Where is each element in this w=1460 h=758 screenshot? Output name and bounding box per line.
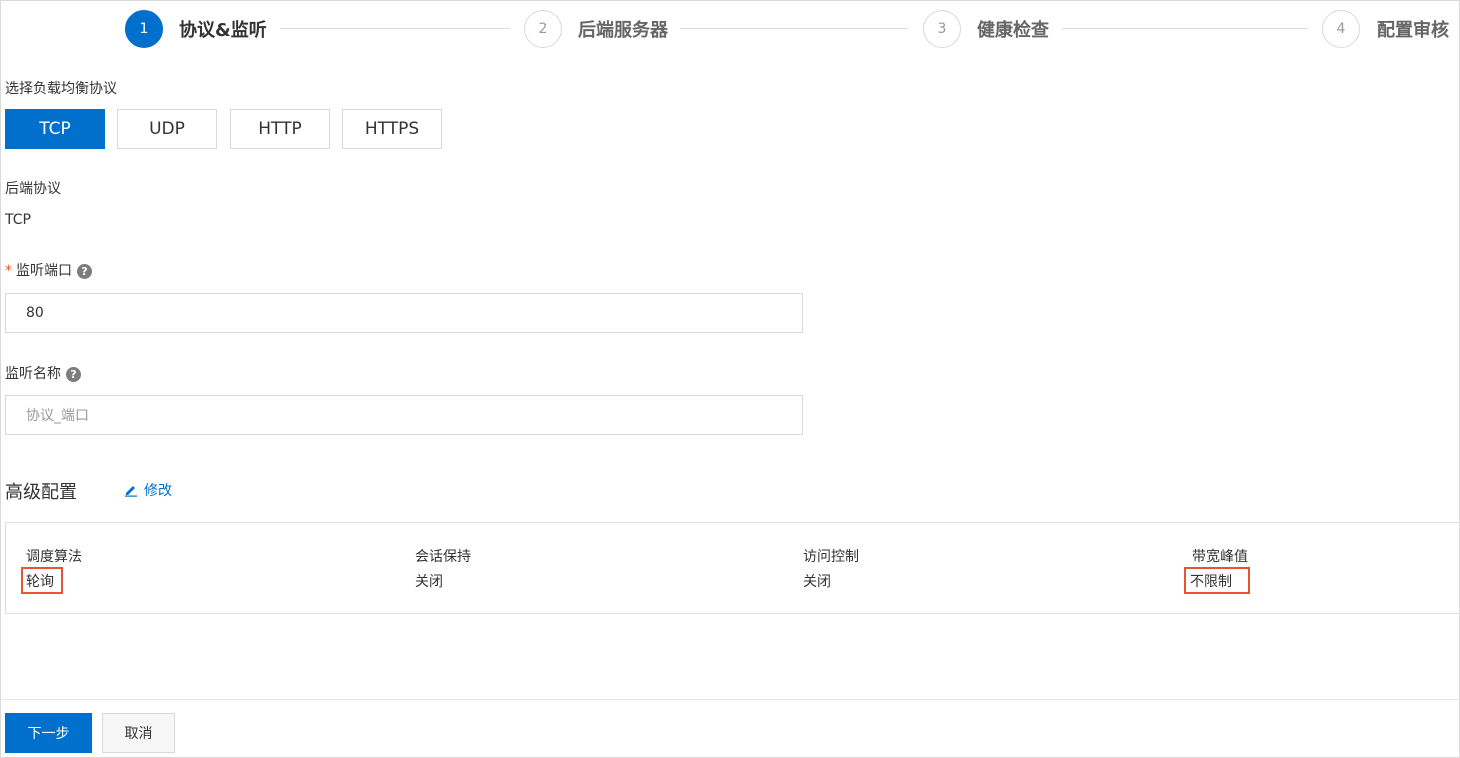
session-persistence-value: 关闭	[415, 574, 443, 590]
cancel-button[interactable]: 取消	[102, 713, 175, 753]
peak-bandwidth-key: 带宽峰值	[1192, 549, 1248, 565]
backend-protocol-value: TCP	[5, 212, 31, 228]
pencil-icon	[125, 486, 137, 497]
protocol-udp-button[interactable]: UDP	[117, 109, 217, 149]
listen-port-input[interactable]: 80	[5, 293, 803, 333]
access-control-key: 访问控制	[803, 549, 859, 565]
protocol-label: 选择负载均衡协议	[5, 81, 117, 97]
protocol-http-button[interactable]: HTTP	[230, 109, 330, 149]
step-connector	[280, 28, 510, 29]
step-connector	[1062, 28, 1308, 29]
protocol-https-button[interactable]: HTTPS	[342, 109, 442, 149]
step-1-circle: 1	[125, 10, 163, 48]
highlight-box	[1184, 567, 1250, 594]
question-circle-icon[interactable]: ?	[66, 366, 81, 382]
edit-advanced-link[interactable]: 修改	[124, 480, 172, 500]
step-1-label: 协议&监听	[179, 20, 267, 41]
listen-name-label-text: 监听名称	[5, 366, 61, 382]
required-mark: *	[5, 263, 12, 279]
step-2-label: 后端服务器	[578, 20, 668, 41]
backend-protocol-label: 后端协议	[5, 181, 61, 197]
question-circle-icon[interactable]: ?	[77, 263, 92, 279]
step-4-label: 配置审核	[1377, 20, 1449, 41]
highlight-box	[21, 567, 63, 594]
listen-port-label-text: 监听端口	[16, 263, 72, 279]
step-3-circle: 3	[923, 10, 961, 48]
listen-name-input[interactable]: 协议_端口	[5, 395, 803, 435]
footer-divider	[0, 699, 1460, 700]
page-frame	[0, 0, 1460, 758]
session-persistence-key: 会话保持	[415, 549, 471, 565]
step-2-circle: 2	[524, 10, 562, 48]
edit-link-label: 修改	[144, 483, 172, 499]
next-step-button[interactable]: 下一步	[5, 713, 92, 753]
step-4-circle: 4	[1322, 10, 1360, 48]
listen-port-label: * 监听端口?	[5, 261, 92, 281]
advanced-config-title: 高级配置	[5, 482, 77, 503]
access-control-value: 关闭	[803, 574, 831, 590]
scheduling-algorithm-key: 调度算法	[26, 549, 82, 565]
step-3-label: 健康检查	[977, 20, 1049, 41]
step-connector	[680, 28, 908, 29]
listen-name-label: 监听名称?	[5, 364, 81, 384]
protocol-tcp-button[interactable]: TCP	[5, 109, 105, 149]
